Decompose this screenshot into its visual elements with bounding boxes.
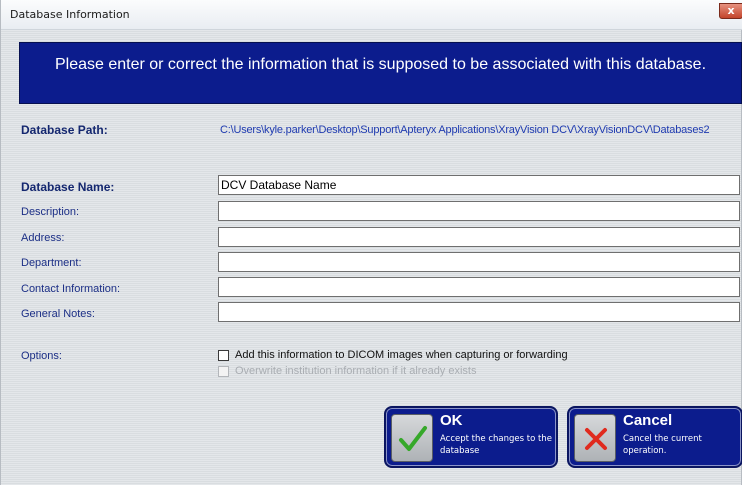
database-information-dialog: Database Information x Please enter or c… xyxy=(0,0,742,485)
overwrite-option-checkbox xyxy=(218,365,229,377)
description-field[interactable] xyxy=(218,201,740,221)
contact-information-label: Contact Information: xyxy=(21,283,121,295)
general-notes-label: General Notes: xyxy=(21,308,95,320)
overwrite-option-row: Overwrite institution information if it … xyxy=(218,365,476,377)
title-bar: Database Information x xyxy=(1,0,742,30)
x-mark-icon xyxy=(574,414,616,462)
department-field[interactable] xyxy=(218,252,740,272)
description-label: Description: xyxy=(21,206,80,218)
close-button[interactable]: x xyxy=(719,3,742,19)
ok-button[interactable]: OK Accept the changes to the database xyxy=(384,406,558,468)
cancel-button-title: Cancel xyxy=(623,412,673,429)
cancel-button[interactable]: Cancel Cancel the current operation. xyxy=(567,406,742,468)
contact-information-field[interactable] xyxy=(218,277,740,297)
dicom-option-row[interactable]: Add this information to DICOM images whe… xyxy=(218,349,568,361)
database-path-label: Database Path: xyxy=(21,123,108,137)
database-name-field[interactable] xyxy=(218,175,740,195)
ok-button-title: OK xyxy=(440,412,463,429)
banner-text: Please enter or correct the information … xyxy=(54,56,707,73)
options-label: Options: xyxy=(21,350,62,362)
dicom-option-checkbox[interactable] xyxy=(218,349,229,361)
dicom-option-label: Add this information to DICOM images whe… xyxy=(235,349,568,361)
window-title: Database Information xyxy=(10,8,130,21)
address-label: Address: xyxy=(21,232,65,244)
checkmark-icon xyxy=(391,414,433,462)
cancel-button-description: Cancel the current operation. xyxy=(623,434,702,456)
database-name-label: Database Name: xyxy=(21,180,115,194)
overwrite-option-label: Overwrite institution information if it … xyxy=(235,365,477,377)
ok-button-description: Accept the changes to the database xyxy=(440,434,552,456)
instruction-banner: Please enter or correct the information … xyxy=(19,42,742,104)
department-label: Department: xyxy=(21,257,82,269)
general-notes-field[interactable] xyxy=(218,302,740,322)
address-field[interactable] xyxy=(218,227,740,247)
database-path-value: C:\Users\kyle.parker\Desktop\Support\Apt… xyxy=(220,124,710,136)
close-icon: x xyxy=(727,4,735,17)
